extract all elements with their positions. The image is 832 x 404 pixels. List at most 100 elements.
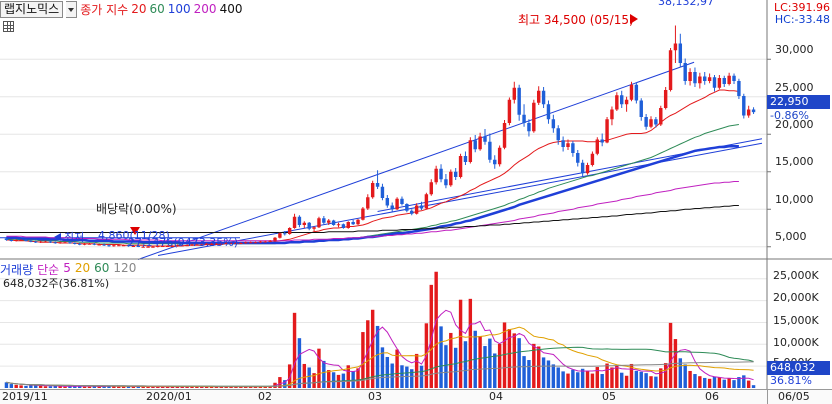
candle-body	[97, 244, 101, 246]
volume-bar	[327, 370, 331, 388]
date-tick: 03	[368, 390, 382, 403]
candle-body	[273, 237, 277, 241]
candle-body	[405, 204, 409, 211]
volume-bar	[512, 333, 516, 388]
volume-bar	[14, 384, 18, 388]
candle-body	[673, 43, 678, 51]
volume-ma-legend-120[interactable]: 120	[113, 261, 136, 278]
candle-body	[414, 205, 419, 214]
current-volume-tag: 648,032	[767, 361, 830, 375]
price-gridlines	[0, 58, 771, 248]
candle-body	[327, 220, 331, 223]
candle-body	[429, 182, 433, 195]
volume-bar	[9, 384, 14, 388]
volume-bar	[497, 343, 502, 388]
volume-bar	[488, 338, 492, 388]
ma-legend-200[interactable]: 200	[194, 2, 217, 16]
volume-bar	[649, 376, 653, 388]
volume-bar	[668, 322, 673, 388]
candle-body	[737, 81, 741, 96]
volume-bar	[419, 365, 424, 388]
volume-tick: 10,000K	[773, 336, 819, 349]
volume-bar	[117, 386, 121, 388]
candle-body	[400, 198, 404, 204]
grid-table-icon[interactable]	[3, 21, 14, 32]
chevron-down-icon[interactable]	[66, 0, 78, 18]
candle-body	[703, 76, 707, 81]
current-volume-text: 648,032주(36.81%)	[3, 277, 110, 290]
volume-bar	[414, 353, 419, 388]
volume-bar	[87, 386, 92, 388]
date-tick: 05	[602, 390, 616, 403]
candle-body	[595, 139, 600, 154]
candle-body	[102, 244, 106, 246]
volume-bar	[566, 373, 570, 388]
candle-body	[112, 245, 116, 247]
date-axis[interactable]	[0, 389, 767, 404]
volume-bar	[551, 364, 556, 388]
volume-bar	[43, 386, 48, 388]
candle-body	[600, 139, 604, 143]
candle-body	[312, 227, 316, 229]
ma-legend-60[interactable]: 60	[149, 2, 164, 16]
ma-legend-100[interactable]: 100	[168, 2, 191, 16]
candle-body	[19, 240, 23, 241]
volume-tick: 20,000K	[773, 291, 819, 304]
volume-bar	[453, 347, 458, 388]
volume-bar	[517, 338, 521, 388]
candle-body	[649, 119, 653, 127]
volume-bar	[478, 335, 482, 388]
candle-body	[395, 198, 399, 210]
volume-bar	[463, 341, 468, 388]
volume-bar	[751, 385, 756, 388]
candle-body	[385, 198, 390, 206]
candle-body	[34, 241, 38, 243]
candle-body	[4, 238, 9, 240]
volume-bar	[600, 374, 604, 388]
candle-body	[541, 90, 546, 105]
candle-body	[580, 162, 585, 174]
candle-body	[92, 243, 97, 245]
dividend-annotation: 배당락(0.00%)	[96, 202, 177, 216]
candle-body	[473, 140, 477, 150]
volume-bar	[390, 363, 394, 388]
candle-body	[507, 99, 512, 123]
candle-body	[107, 245, 111, 247]
candle-body	[571, 143, 575, 153]
volume-bar	[385, 356, 390, 388]
candle-body	[341, 224, 346, 228]
stock-name-selector[interactable]: 랩지노믹스	[0, 0, 64, 18]
low-price-label: 최저	[64, 231, 85, 244]
price-tick: 25,000	[775, 81, 814, 94]
candle-body	[751, 109, 756, 113]
candle-body	[53, 242, 57, 244]
candle-body	[239, 243, 243, 244]
volume-bar	[351, 371, 355, 388]
candle-body	[639, 100, 643, 117]
candle-body	[576, 153, 580, 163]
ma-legend-400[interactable]: 400	[220, 2, 243, 16]
candle-body	[14, 240, 18, 241]
date-tick: 06/05	[778, 390, 810, 403]
candle-body	[683, 63, 687, 81]
candle-body	[532, 102, 536, 132]
ma-legend-20[interactable]: 20	[131, 2, 146, 16]
candle-body	[668, 50, 673, 90]
volume-bar	[580, 368, 585, 388]
candle-body	[380, 186, 385, 198]
candle-body	[722, 78, 726, 84]
volume-bar	[468, 298, 473, 388]
candle-body	[419, 205, 424, 209]
volume-bar	[82, 386, 87, 388]
current-price-tag: 22,950	[767, 95, 830, 109]
candle-body	[727, 75, 731, 84]
volume-bar	[639, 371, 643, 388]
volume-bar	[292, 312, 297, 388]
date-tick: 2020/01	[146, 390, 192, 403]
date-tick: 06	[705, 390, 719, 403]
candle-body	[307, 222, 311, 229]
candle-body	[434, 168, 438, 183]
candle-body	[449, 171, 453, 186]
candle-body	[478, 136, 482, 150]
high-price-arrow-icon	[630, 14, 638, 24]
